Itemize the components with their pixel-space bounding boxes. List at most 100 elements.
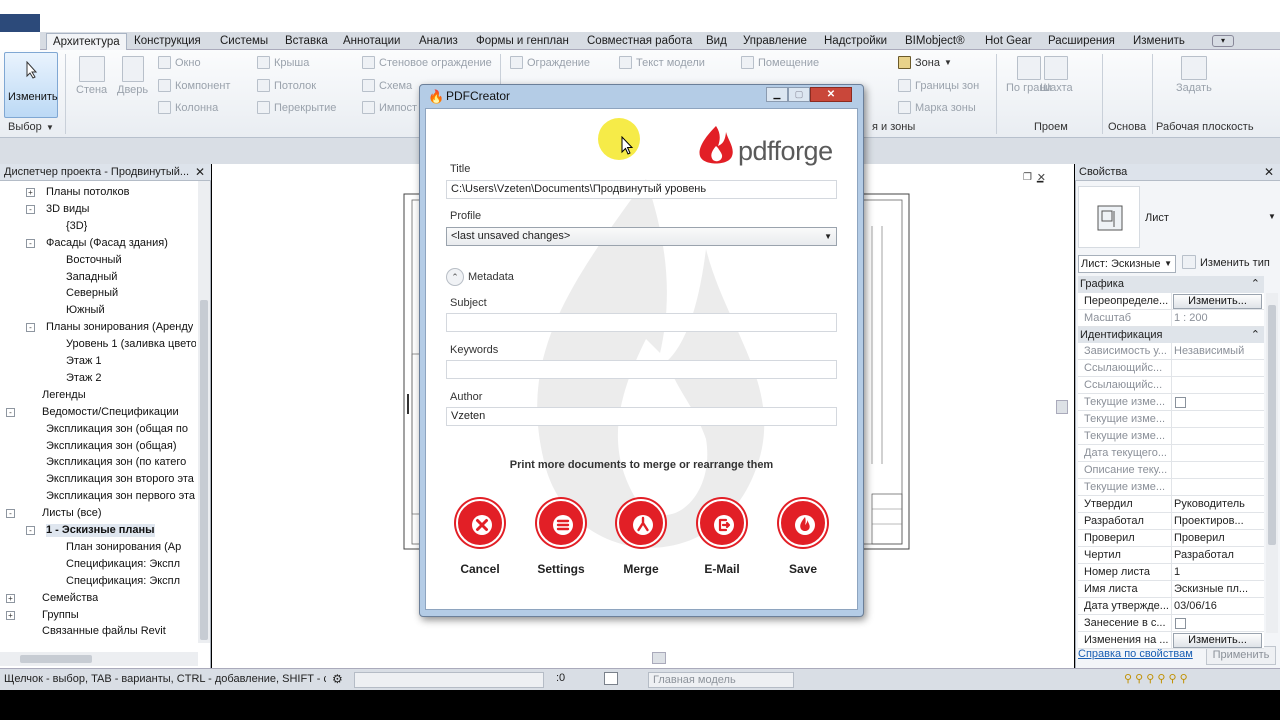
property-value[interactable]: Проектиров... bbox=[1171, 513, 1264, 530]
selection-filter-icons[interactable]: ⚲ ⚲ ⚲ ⚲ ⚲ ⚲ bbox=[1124, 672, 1188, 685]
tree-item[interactable]: Этаж 2 bbox=[66, 372, 101, 385]
scrollbar-thumb[interactable] bbox=[1268, 305, 1276, 545]
collapse-icon[interactable]: ⌃ bbox=[1251, 276, 1260, 292]
model-text-button[interactable]: Текст модели bbox=[619, 56, 705, 69]
tree-toggle-icon[interactable]: - bbox=[26, 323, 35, 333]
roof-button[interactable]: Крыша bbox=[257, 56, 309, 69]
tab-extensions[interactable]: Расширения bbox=[1048, 33, 1115, 50]
type-dropdown-icon[interactable]: ▼ bbox=[1268, 212, 1276, 221]
email-button[interactable] bbox=[698, 499, 746, 547]
tree-item[interactable]: Планы зонирования (Аренду bbox=[46, 321, 193, 334]
room-button[interactable]: Помещение bbox=[741, 56, 819, 69]
property-value[interactable]: Эскизные пл... bbox=[1171, 581, 1264, 598]
wall-button[interactable]: Стена bbox=[76, 56, 107, 96]
design-option-selector[interactable]: Главная модель bbox=[648, 672, 794, 688]
tab-massing[interactable]: Формы и генплан bbox=[476, 33, 569, 50]
tree-item[interactable]: 3D виды bbox=[46, 203, 89, 216]
tree-item[interactable]: Южный bbox=[66, 304, 105, 317]
edit-property-button[interactable]: Изменить... bbox=[1173, 633, 1262, 648]
tree-item[interactable]: Листы (все) bbox=[42, 507, 102, 520]
keywords-field[interactable] bbox=[446, 360, 837, 379]
author-field[interactable]: Vzeten bbox=[446, 407, 837, 426]
property-value[interactable]: Проверил bbox=[1171, 530, 1264, 547]
title-field[interactable]: C:\Users\Vzeten\Documents\Продвинутый ур… bbox=[446, 180, 837, 199]
collapse-icon[interactable]: ⌃ bbox=[1251, 327, 1260, 343]
workset-selector[interactable] bbox=[354, 672, 544, 688]
mullion-button[interactable]: Импост bbox=[362, 101, 417, 114]
close-icon[interactable]: ✕ bbox=[1264, 164, 1274, 180]
tab-hotgear[interactable]: Hot Gear bbox=[985, 33, 1032, 50]
view-restore-icon[interactable]: ❐ bbox=[1023, 172, 1032, 183]
curtain-system-button[interactable]: Стеновое ограждение bbox=[362, 56, 492, 69]
identity-section[interactable]: Идентификация ⌃ bbox=[1078, 327, 1264, 344]
tree-item[interactable]: Спецификация: Экспл bbox=[66, 575, 180, 588]
maximize-button[interactable]: ▢ bbox=[788, 87, 810, 102]
tab-addins[interactable]: Надстройки bbox=[824, 33, 887, 50]
modify-button[interactable]: Изменить bbox=[4, 52, 58, 118]
subject-field[interactable] bbox=[446, 313, 837, 332]
cancel-button[interactable] bbox=[456, 499, 504, 547]
canvas-vscroll-thumb[interactable] bbox=[1056, 400, 1068, 414]
tree-item[interactable]: Спецификация: Экспл bbox=[66, 558, 180, 571]
property-value[interactable] bbox=[1171, 428, 1264, 445]
close-button[interactable]: ✕ bbox=[810, 87, 852, 102]
zone-button[interactable]: Зона ▼ bbox=[898, 56, 952, 69]
tree-item[interactable]: Фасады (Фасад здания) bbox=[46, 237, 168, 250]
railing-button[interactable]: Ограждение bbox=[510, 56, 590, 69]
property-value[interactable]: Разработал bbox=[1171, 547, 1264, 564]
type-selector[interactable]: Лист: Эскизные ▼ bbox=[1078, 255, 1176, 273]
property-checkbox[interactable] bbox=[1175, 397, 1186, 408]
tree-toggle-icon[interactable]: + bbox=[26, 188, 35, 197]
tree-toggle-icon[interactable]: + bbox=[6, 610, 15, 620]
scrollbar-thumb[interactable] bbox=[20, 655, 92, 663]
tree-item[interactable]: Ведомости/Спецификации bbox=[42, 406, 179, 419]
ceiling-button[interactable]: Потолок bbox=[257, 79, 316, 92]
tree-item[interactable]: Уровень 1 (заливка цвето bbox=[66, 338, 196, 351]
property-value[interactable] bbox=[1171, 377, 1264, 394]
property-value[interactable] bbox=[1171, 360, 1264, 377]
tree-item[interactable]: Западный bbox=[66, 271, 117, 284]
tree-item[interactable]: 1 - Эскизные планы bbox=[46, 524, 155, 537]
metadata-collapse-icon[interactable]: ⌃ bbox=[446, 268, 464, 286]
graphics-section[interactable]: Графика ⌃ bbox=[1078, 276, 1264, 293]
tree-item[interactable]: Группы bbox=[42, 609, 79, 622]
tab-modify[interactable]: Изменить bbox=[1133, 33, 1185, 50]
merge-button[interactable] bbox=[617, 499, 665, 547]
tree-item[interactable]: Экспликация зон (общая по bbox=[46, 423, 188, 436]
tab-manage[interactable]: Управление bbox=[743, 33, 807, 50]
column-button[interactable]: Колонна bbox=[158, 101, 218, 114]
tab-insert[interactable]: Вставка bbox=[285, 33, 328, 50]
tree-item[interactable]: Экспликация зон (общая) bbox=[46, 440, 177, 453]
edit-property-button[interactable]: Изменить... bbox=[1173, 294, 1262, 309]
floor-button[interactable]: Перекрытие bbox=[257, 101, 336, 114]
view-close-icon[interactable]: ✕ bbox=[1037, 171, 1046, 184]
door-button[interactable]: Дверь bbox=[117, 56, 148, 96]
tree-item[interactable]: Связанные файлы Revit bbox=[42, 625, 166, 638]
tree-item[interactable]: {3D} bbox=[66, 220, 87, 233]
set-button[interactable]: Задать bbox=[1176, 56, 1212, 94]
tree-toggle-icon[interactable]: - bbox=[26, 204, 35, 214]
property-value[interactable] bbox=[1171, 411, 1264, 428]
tab-view[interactable]: Вид bbox=[706, 33, 727, 50]
curtain-grid-button[interactable]: Схема bbox=[362, 79, 412, 92]
shaft-button[interactable]: Шахта bbox=[1040, 56, 1073, 94]
close-icon[interactable]: ✕ bbox=[195, 164, 205, 180]
project-browser-hscrollbar[interactable] bbox=[0, 652, 198, 666]
tree-item[interactable]: Экспликация зон второго эта bbox=[46, 473, 194, 486]
property-checkbox[interactable] bbox=[1175, 618, 1186, 629]
tree-item[interactable]: Восточный bbox=[66, 254, 122, 267]
properties-scrollbar[interactable] bbox=[1266, 293, 1278, 633]
tab-bimobject[interactable]: BIMobject® bbox=[905, 33, 965, 50]
scrollbar-thumb[interactable] bbox=[200, 300, 208, 640]
property-value[interactable]: Независимый bbox=[1171, 343, 1264, 360]
select-group-label[interactable]: Выбор bbox=[8, 121, 42, 133]
property-value[interactable] bbox=[1171, 479, 1264, 496]
property-value[interactable]: Руководитель bbox=[1171, 496, 1264, 513]
zone-boundaries-button[interactable]: Границы зон bbox=[898, 79, 979, 92]
tree-item[interactable]: Этаж 1 bbox=[66, 355, 101, 368]
select-dropdown-icon[interactable]: ▼ bbox=[46, 123, 54, 132]
canvas-hscroll-thumb[interactable] bbox=[652, 652, 666, 664]
profile-dropdown[interactable]: <last unsaved changes> ▼ bbox=[446, 227, 837, 246]
tab-annotate[interactable]: Аннотации bbox=[343, 33, 400, 50]
tree-item[interactable]: Экспликация зон (по катего bbox=[46, 456, 186, 469]
